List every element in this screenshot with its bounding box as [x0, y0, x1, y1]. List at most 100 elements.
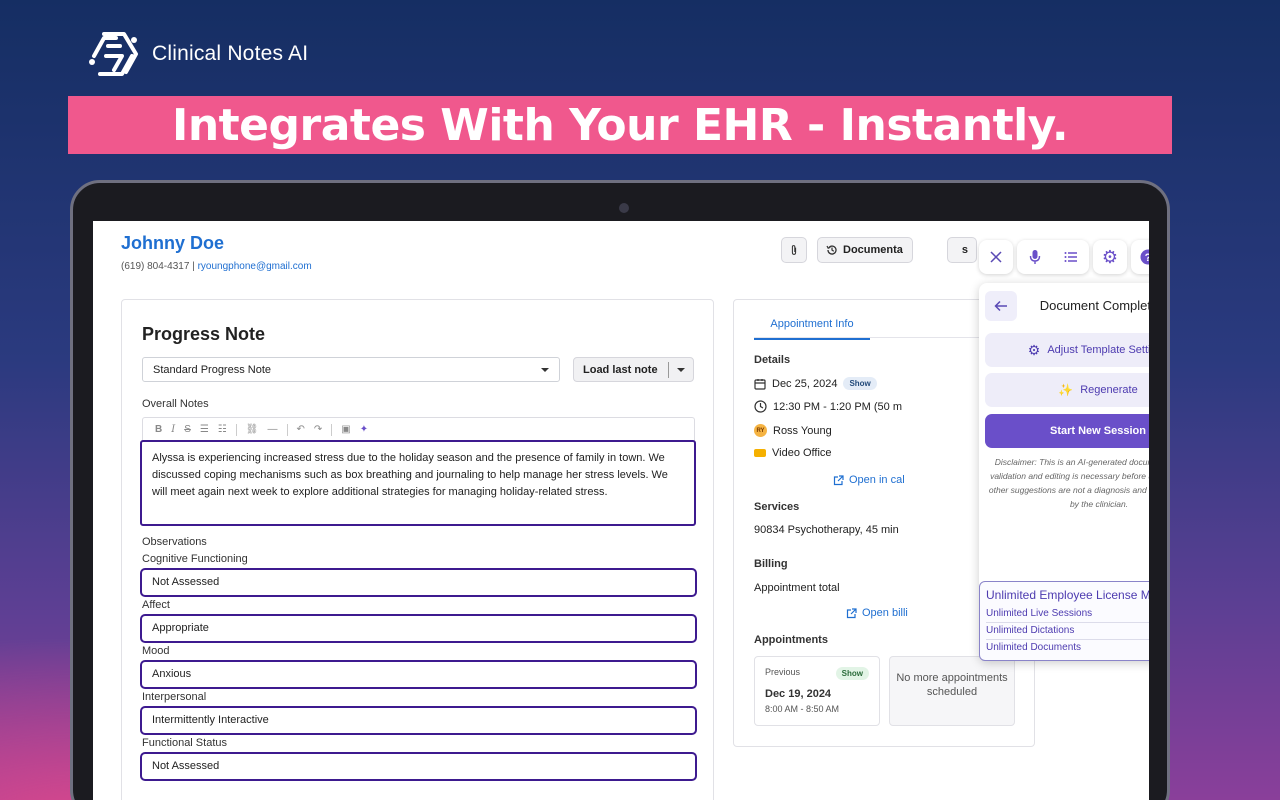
mood-label: Mood: [142, 645, 170, 657]
appointment-date: Dec 25, 2024: [772, 377, 838, 390]
patient-email[interactable]: ryoungphone@gmail.com: [198, 261, 312, 272]
billing-heading: Billing: [754, 558, 788, 570]
adjust-template-settings-button[interactable]: ⚙ Adjust Template Settings: [985, 333, 1149, 367]
strikethrough-icon[interactable]: S: [184, 424, 191, 435]
interpersonal-field[interactable]: Intermittently Interactive: [140, 706, 697, 735]
redo-icon[interactable]: ↷: [314, 424, 322, 435]
membership-title: Unlimited Employee License Membership: [986, 588, 1149, 602]
start-new-session-button[interactable]: Start New Session: [985, 414, 1149, 448]
svg-text:?: ?: [1145, 252, 1149, 264]
headline-text: Integrates With Your EHR - Instantly.: [171, 99, 1069, 151]
history-icon: [826, 245, 837, 255]
image-icon[interactable]: ▣: [341, 424, 350, 435]
documentation-button[interactable]: Documenta: [817, 237, 913, 263]
link-icon[interactable]: ⛓: [246, 424, 259, 435]
status-badge: Show: [835, 667, 869, 680]
appointment-time-row: 12:30 PM - 1:20 PM (50 m: [754, 400, 902, 413]
clinician-name: Ross Young: [773, 424, 832, 437]
membership-item: Unlimited Documents: [986, 642, 1082, 653]
help-button[interactable]: ?: [1131, 240, 1149, 274]
status-badge: Show: [843, 377, 877, 390]
partial-toolbar-button[interactable]: s: [947, 237, 977, 263]
location-name: Video Office: [772, 447, 832, 459]
chevron-down-icon: [541, 368, 549, 372]
membership-item: Unlimited Live Sessions: [986, 606, 1149, 623]
external-link-icon: [833, 474, 844, 485]
brand-name: Clinical Notes AI: [152, 42, 309, 65]
service-item: 90834 Psychotherapy, 45 min: [754, 524, 899, 536]
functional-status-field[interactable]: Not Assessed: [140, 752, 697, 781]
adjust-template-label: Adjust Template Settings: [1047, 344, 1149, 356]
regenerate-label: Regenerate: [1080, 384, 1138, 396]
appointment-date-row: Dec 25, 2024 Show: [754, 377, 877, 390]
location-row: Video Office: [754, 447, 832, 459]
paperclip-icon: [791, 245, 797, 255]
bullet-list-icon[interactable]: ☰: [200, 424, 209, 435]
open-billing-link[interactable]: Open billi: [846, 607, 908, 619]
appointments-heading: Appointments: [754, 634, 828, 646]
documentation-label: Documenta: [843, 244, 903, 256]
video-camera-icon: [754, 449, 766, 457]
regenerate-button[interactable]: ✨ Regenerate: [985, 373, 1149, 407]
ai-disclaimer: Disclaimer: This is an AI-generated docu…: [988, 457, 1149, 509]
horizontal-rule-icon[interactable]: —: [268, 424, 278, 435]
patient-phone: (619) 804-4317: [121, 261, 190, 272]
appointment-total-label: Appointment total: [754, 582, 840, 594]
overall-notes-editor[interactable]: Alyssa is experiencing increased stress …: [140, 440, 696, 526]
editor-toolbar: B I S ☰ ☷ ⛓ — ↶ ↷ ▣ ✦: [142, 417, 695, 441]
template-select[interactable]: Standard Progress Note: [142, 357, 560, 382]
italic-icon[interactable]: I: [171, 424, 175, 435]
list-icon[interactable]: [1064, 251, 1078, 263]
attachment-button[interactable]: [781, 237, 807, 263]
start-new-session-label: Start New Session: [1050, 425, 1146, 437]
partial-toolbar-label: s: [961, 244, 968, 256]
avatar: RY: [754, 424, 767, 437]
open-in-calendar-label: Open in cal: [849, 474, 905, 486]
dictation-group: [1017, 240, 1089, 274]
previous-appointment-card[interactable]: Previous Show Dec 19, 2024 8:00 AM - 8:5…: [754, 656, 880, 726]
load-last-note-button[interactable]: Load last note: [573, 357, 694, 382]
undo-icon[interactable]: ↶: [297, 424, 305, 435]
affect-field[interactable]: Appropriate: [140, 614, 697, 643]
bold-icon[interactable]: B: [155, 424, 162, 435]
open-in-calendar-link[interactable]: Open in cal: [833, 474, 905, 486]
load-last-note-label: Load last note: [583, 363, 658, 376]
open-billing-label: Open billi: [862, 607, 908, 619]
mood-field[interactable]: Anxious: [140, 660, 697, 689]
toolbar-separator: [286, 423, 288, 436]
services-heading: Services: [754, 501, 800, 513]
help-icon: ?: [1140, 249, 1149, 265]
details-heading: Details: [754, 354, 791, 366]
affect-label: Affect: [142, 599, 170, 611]
interpersonal-label: Interpersonal: [142, 691, 207, 703]
settings-button[interactable]: ⚙: [1093, 240, 1127, 274]
previous-date: Dec 19, 2024: [765, 688, 832, 700]
ehr-screen: Johnny Doe (619) 804-4317 | ryoungphone@…: [93, 221, 1149, 800]
gear-icon: ⚙: [1027, 342, 1041, 358]
ai-spark-icon[interactable]: ✦: [360, 424, 368, 435]
headline-banner: Integrates With Your EHR - Instantly.: [68, 96, 1172, 154]
toolbar-separator: [235, 423, 237, 436]
previous-label: Previous: [765, 667, 801, 677]
chevron-down-icon[interactable]: [677, 368, 685, 372]
gear-icon: ⚙: [1101, 247, 1119, 267]
template-select-value: Standard Progress Note: [153, 364, 272, 376]
numbered-list-icon[interactable]: ☷: [218, 424, 227, 435]
ai-document-panel: Document Complete ⚙ Adjust Template Sett…: [979, 283, 1149, 661]
membership-item: Unlimited Dictations: [986, 623, 1149, 640]
contact-separator: |: [192, 261, 195, 272]
patient-name[interactable]: Johnny Doe: [121, 233, 224, 254]
observations-label: Observations: [142, 536, 207, 548]
ai-toolbar: ⚙ ?: [979, 240, 1149, 276]
note-title: Progress Note: [142, 324, 266, 344]
laptop-frame: Johnny Doe (619) 804-4317 | ryoungphone@…: [70, 180, 1170, 800]
functional-status-label: Functional Status: [142, 737, 227, 749]
previous-header: Previous Show: [765, 667, 869, 680]
magic-wand-icon: ✨: [1058, 383, 1074, 397]
previous-time: 8:00 AM - 8:50 AM: [765, 704, 840, 714]
microphone-icon[interactable]: [1029, 249, 1041, 265]
panel-title: Document Complete: [1039, 298, 1149, 313]
close-button[interactable]: [979, 240, 1013, 274]
brand: Clinical Notes AI: [86, 26, 308, 82]
cognitive-functioning-field[interactable]: Not Assessed: [140, 568, 697, 597]
